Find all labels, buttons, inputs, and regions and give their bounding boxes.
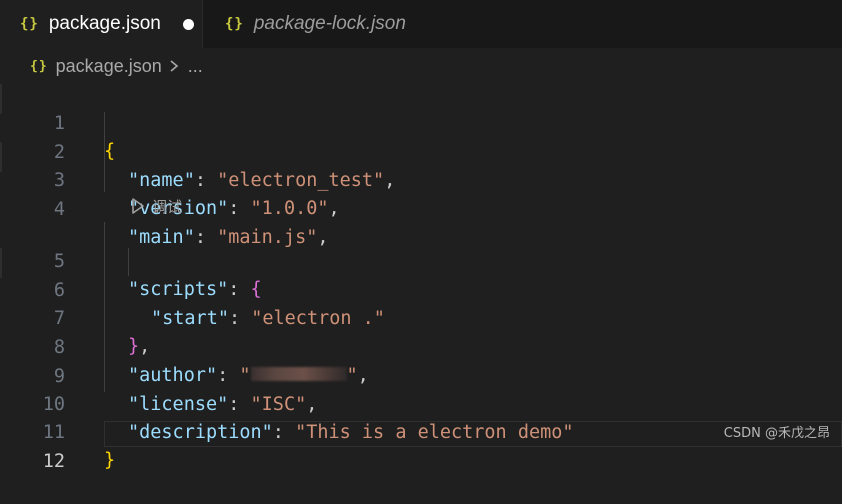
brace: {: [104, 141, 116, 162]
redacted-author: [250, 367, 347, 381]
breadcrumb: {} package.json ...: [30, 52, 203, 80]
code-line: 7 },: [0, 277, 150, 357]
colon: :: [228, 308, 252, 329]
brace: {: [250, 279, 262, 300]
json-file-icon: {}: [30, 58, 48, 74]
watermark: CSDN @禾戊之昂: [723, 426, 830, 441]
chevron-right-icon: [170, 60, 178, 72]
tab-label: package.json: [48, 13, 161, 34]
code-line: 4 "main": "main.js",: [0, 168, 329, 248]
code-line: 8 "author": " ",: [0, 306, 369, 386]
json-key: "scripts": [128, 279, 229, 300]
brace: }: [104, 450, 116, 471]
json-string: "electron .": [251, 308, 385, 329]
comma: ,: [357, 365, 369, 386]
tab-bar: {} package.json {} package-lock.json: [0, 0, 842, 48]
comma: ,: [328, 198, 340, 219]
indent-guide: [104, 222, 105, 392]
code-editor[interactable]: 1 { 2 "name": "electron_test", 3 "versio…: [0, 82, 842, 472]
code-line: 1 {: [0, 82, 115, 162]
json-string: "1.0.0": [250, 198, 329, 219]
json-string: ": [346, 365, 358, 386]
colon: :: [217, 365, 240, 386]
json-key: "main": [128, 227, 195, 248]
code-line: 3 "version": "1.0.0",: [0, 139, 340, 219]
tab-package-lock-json[interactable]: {} package-lock.json: [202, 0, 442, 48]
code-line: 6 "start": "electron .": [0, 249, 385, 329]
json-key: "author": [128, 365, 218, 386]
code-line: 5 "scripts": {: [0, 220, 262, 300]
code-line: 9 "license": "ISC",: [0, 335, 318, 415]
unsaved-dot-icon[interactable]: [182, 18, 194, 30]
breadcrumb-file[interactable]: package.json: [56, 56, 162, 77]
tab-package-json[interactable]: {} package.json: [0, 0, 202, 48]
colon: :: [194, 227, 218, 248]
json-file-icon: {}: [225, 16, 244, 32]
code-line: 2 "name": "electron_test",: [0, 111, 395, 191]
json-string: "main.js": [217, 227, 318, 248]
debug-label: 调试: [152, 197, 183, 216]
code-line: 10 "description": "This is a electron de…: [0, 363, 574, 443]
tab-label: package-lock.json: [253, 13, 406, 34]
colon: :: [228, 198, 251, 219]
comma: ,: [317, 227, 329, 248]
comma: ,: [384, 170, 396, 191]
json-file-icon: {}: [20, 16, 39, 32]
json-key: "start": [151, 308, 229, 329]
json-key: "name": [128, 170, 195, 191]
json-string: "electron_test": [217, 170, 385, 191]
play-icon: [132, 198, 144, 214]
breadcrumb-more[interactable]: ...: [188, 56, 203, 77]
debug-codelens[interactable]: 调试: [130, 194, 182, 218]
json-key: "license": [128, 394, 229, 415]
json-string: "ISC": [250, 394, 307, 415]
json-string: ": [239, 365, 251, 386]
indent-guide: [128, 248, 129, 276]
code-line: 11 }: [0, 391, 115, 471]
brace: }: [128, 336, 140, 357]
comma: ,: [139, 336, 151, 357]
comma: ,: [306, 394, 318, 415]
colon: :: [228, 279, 251, 300]
colon: :: [194, 170, 218, 191]
line-number: 12: [42, 451, 65, 472]
colon: :: [228, 394, 251, 415]
code-line: 12: [0, 420, 65, 472]
